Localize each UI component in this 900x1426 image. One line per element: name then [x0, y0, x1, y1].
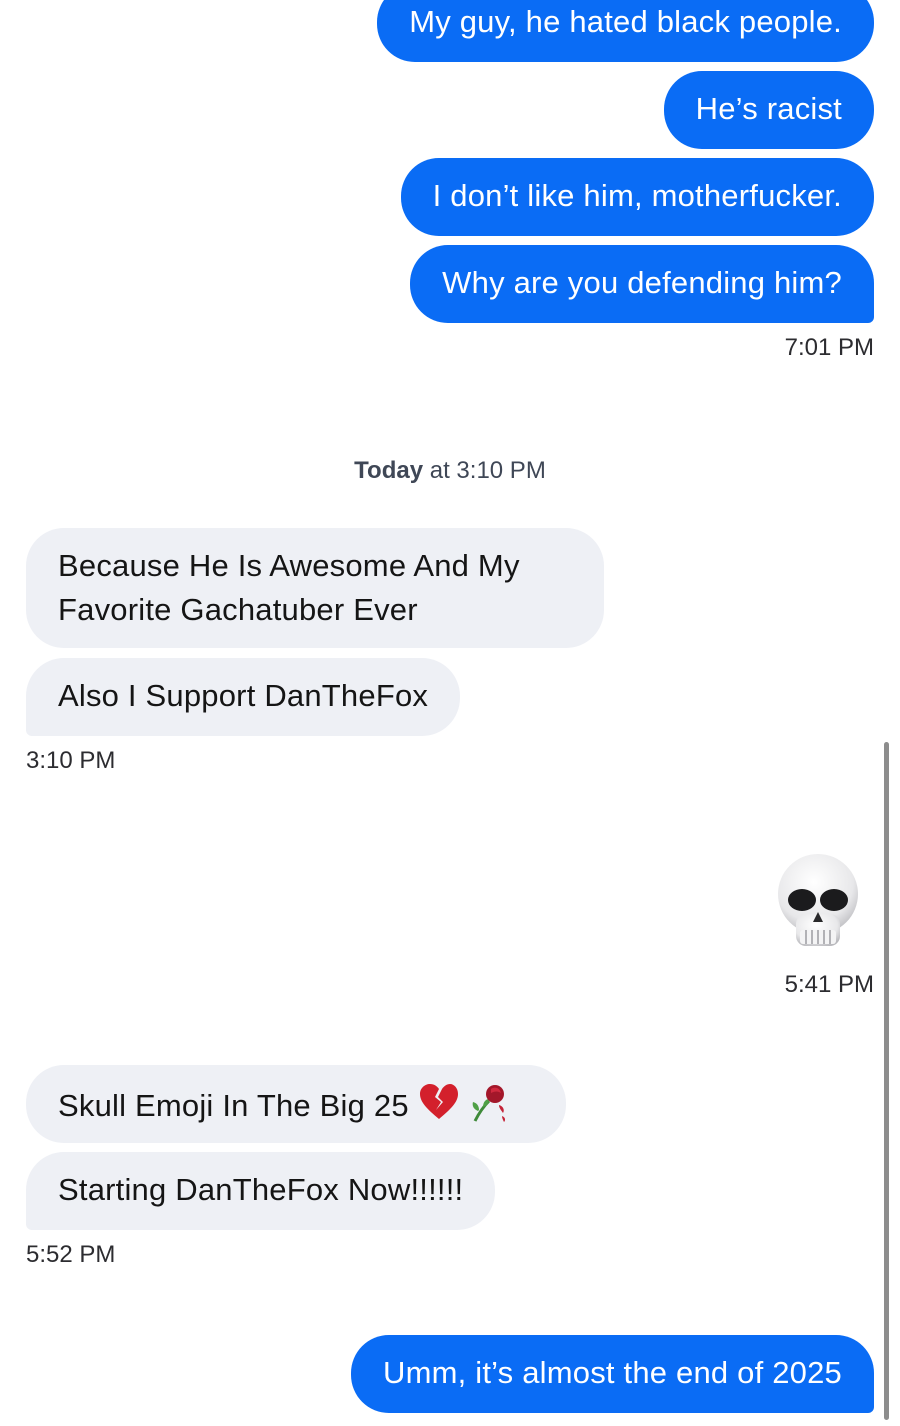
sent-message-bubble[interactable]: My guy, he hated black people.	[377, 0, 874, 62]
message-text: My guy, he hated black people.	[409, 4, 842, 39]
message-text-line: Favorite Gachatuber Ever	[58, 592, 418, 627]
sent-message-bubble[interactable]: He’s racist	[663, 71, 874, 149]
received-message-bubble[interactable]: Skull Emoji In The Big 25	[26, 1065, 566, 1143]
wilted-rose-icon	[469, 1081, 511, 1135]
day-separator-day: Today	[354, 457, 424, 484]
day-separator-time: at 3:10 PM	[423, 457, 546, 484]
message-text: He’s racist	[695, 91, 842, 126]
sent-message-bubble[interactable]: Why are you defending him?	[410, 245, 874, 323]
message-timestamp: 7:01 PM	[784, 334, 874, 361]
message-timestamp: 5:52 PM	[26, 1241, 116, 1268]
message-text: Why are you defending him?	[442, 265, 842, 300]
skull-emoji-message[interactable]	[776, 852, 860, 950]
message-text: Umm, it’s almost the end of 2025	[383, 1355, 842, 1390]
message-text: Also I Support DanTheFox	[58, 678, 429, 713]
sent-message-bubble[interactable]: I don’t like him, motherfucker.	[400, 158, 874, 236]
day-separator: Today at 3:10 PM	[0, 457, 900, 485]
sent-message-bubble[interactable]: Umm, it’s almost the end of 2025	[351, 1335, 874, 1413]
skull-icon	[778, 854, 858, 946]
message-timestamp: 5:41 PM	[784, 971, 874, 998]
message-text-line: Because He Is Awesome And My	[58, 548, 520, 583]
received-message-bubble[interactable]: Starting DanTheFox Now!!!!!!	[26, 1152, 496, 1230]
received-message-bubble[interactable]: Also I Support DanTheFox	[26, 658, 461, 736]
broken-heart-icon	[419, 1083, 459, 1133]
received-message-bubble[interactable]: Because He Is Awesome And My Favorite Ga…	[26, 528, 604, 648]
message-text: I don’t like him, motherfucker.	[432, 178, 842, 213]
message-timestamp: 3:10 PM	[26, 747, 116, 774]
message-text: Starting DanTheFox Now!!!!!!	[58, 1172, 464, 1207]
message-text: Skull Emoji In The Big 25	[58, 1088, 409, 1124]
scrollbar[interactable]	[884, 742, 889, 1420]
